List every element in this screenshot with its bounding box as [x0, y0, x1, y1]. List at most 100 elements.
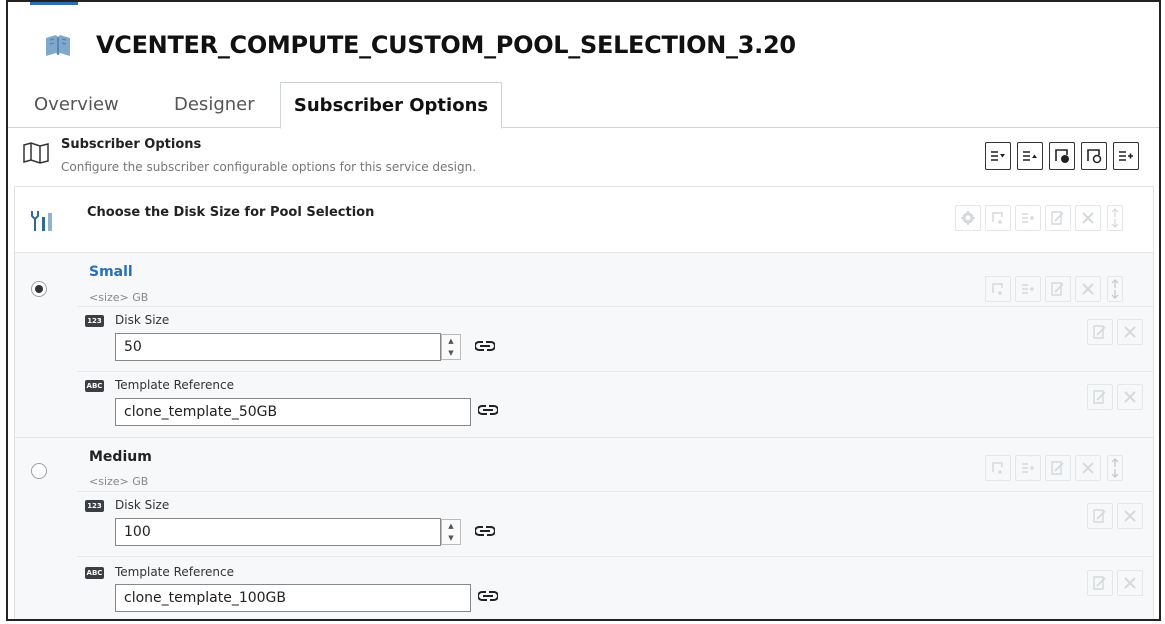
property-label: Template Reference: [115, 378, 234, 392]
edit-icon: [1051, 282, 1064, 296]
section-header: Subscriber Options Configure the subscri…: [8, 129, 1159, 185]
title-bar: VCENTER_COMPUTE_CUSTOM_POOL_SELECTION_3.…: [8, 2, 1159, 82]
tab-subscriber-options[interactable]: Subscriber Options: [280, 82, 502, 129]
move-up-down-icon: [1111, 208, 1119, 228]
option-choice: Small <size> GB 123 Disk Size 50 ▲ ▼ ABC…: [15, 253, 1153, 437]
number-type-badge: 123: [85, 315, 104, 327]
template-reference-input[interactable]: clone_template_100GB: [115, 584, 471, 612]
close-icon: [1082, 462, 1094, 474]
option-set-add-property-button[interactable]: [1015, 205, 1041, 231]
option-set-header: Choose the Disk Size for Pool Selection: [15, 187, 1153, 253]
section-description: Configure the subscriber configurable op…: [61, 160, 477, 174]
add-option-set-button[interactable]: [1049, 142, 1075, 170]
option-set-settings-button[interactable]: [955, 205, 981, 231]
choice-delete-button[interactable]: [1075, 276, 1101, 302]
option-set-delete-button[interactable]: [1075, 205, 1101, 231]
edit-icon: [1093, 325, 1106, 339]
page-title: VCENTER_COMPUTE_CUSTOM_POOL_SELECTION_3.…: [96, 31, 796, 59]
link-icon[interactable]: [478, 403, 498, 417]
edit-icon: [1051, 211, 1064, 225]
disk-size-stepper[interactable]: ▲ ▼: [441, 334, 461, 360]
property-edit-button[interactable]: [1087, 384, 1113, 410]
choice-description: <size> GB: [89, 291, 149, 304]
property-edit-button[interactable]: [1087, 570, 1113, 596]
edit-icon: [1093, 390, 1106, 404]
choice-edit-button[interactable]: [1045, 276, 1071, 302]
tab-overview[interactable]: Overview: [34, 82, 119, 128]
collapse-all-button[interactable]: [985, 142, 1011, 170]
choice-edit-button[interactable]: [1045, 455, 1071, 481]
add-property-button[interactable]: [1113, 142, 1139, 170]
close-icon: [1124, 391, 1136, 403]
move-up-down-icon: [1111, 279, 1119, 299]
link-icon[interactable]: [478, 589, 498, 603]
add-option-set-icon: [1055, 149, 1069, 163]
choice-add-property-button[interactable]: [1015, 276, 1041, 302]
add-property-icon: [1022, 213, 1034, 223]
property-delete-button[interactable]: [1117, 570, 1143, 596]
property-separator: [77, 491, 1153, 492]
tab-bar: Overview Designer Subscriber Options: [8, 82, 1159, 129]
stepper-up-icon[interactable]: ▲: [442, 335, 460, 347]
add-option-icon: [1087, 149, 1102, 164]
property-separator: [77, 556, 1153, 557]
edit-icon: [1093, 509, 1106, 523]
choice-add-property-button[interactable]: [1015, 455, 1041, 481]
stepper-down-icon[interactable]: ▼: [442, 347, 460, 359]
link-icon[interactable]: [475, 524, 495, 538]
edit-icon: [1051, 461, 1064, 475]
choice-name[interactable]: Small: [89, 264, 133, 280]
add-property-icon: [1022, 463, 1034, 473]
choice-add-option-button[interactable]: [985, 276, 1011, 302]
choice-radio-medium[interactable]: [31, 463, 47, 479]
add-option-button[interactable]: [1081, 142, 1107, 170]
move-up-down-icon: [1111, 458, 1119, 478]
map-icon: [23, 142, 49, 164]
text-type-badge: ABC: [85, 380, 104, 392]
text-type-badge: ABC: [85, 567, 104, 579]
add-option-icon: [992, 462, 1003, 474]
property-separator: [77, 371, 1153, 372]
option-set-add-option-button[interactable]: [985, 205, 1011, 231]
add-property-icon: [1119, 151, 1133, 161]
template-reference-input[interactable]: clone_template_50GB: [115, 398, 471, 426]
title-accent: [30, 2, 78, 5]
service-design-window: VCENTER_COMPUTE_CUSTOM_POOL_SELECTION_3.…: [6, 0, 1161, 621]
choice-move-button[interactable]: [1107, 455, 1123, 481]
stepper-up-icon[interactable]: ▲: [442, 520, 460, 532]
property-delete-button[interactable]: [1117, 384, 1143, 410]
disk-size-input[interactable]: 100: [115, 518, 441, 546]
close-icon: [1082, 283, 1094, 295]
close-icon: [1124, 326, 1136, 338]
expand-all-button[interactable]: [1017, 142, 1043, 170]
property-label: Template Reference: [115, 565, 234, 579]
add-option-icon: [992, 283, 1003, 295]
tools-icon: [31, 211, 52, 231]
property-edit-button[interactable]: [1087, 503, 1113, 529]
choice-radio-small[interactable]: [31, 281, 47, 297]
property-edit-button[interactable]: [1087, 319, 1113, 345]
stepper-down-icon[interactable]: ▼: [442, 532, 460, 544]
choice-add-option-button[interactable]: [985, 455, 1011, 481]
property-delete-button[interactable]: [1117, 319, 1143, 345]
choice-delete-button[interactable]: [1075, 455, 1101, 481]
option-set-edit-button[interactable]: [1045, 205, 1071, 231]
option-set-move-button[interactable]: [1107, 205, 1123, 231]
option-set-title: Choose the Disk Size for Pool Selection: [87, 205, 375, 220]
choice-description: <size> GB: [89, 475, 149, 488]
section-title: Subscriber Options: [61, 137, 202, 152]
close-icon: [1124, 510, 1136, 522]
expand-all-icon: [1023, 151, 1037, 161]
disk-size-input[interactable]: 50: [115, 333, 441, 361]
choice-name[interactable]: Medium: [89, 449, 152, 465]
link-icon[interactable]: [475, 339, 495, 353]
tab-designer[interactable]: Designer: [174, 82, 255, 128]
property-label: Disk Size: [115, 498, 170, 512]
disk-size-stepper[interactable]: ▲ ▼: [441, 519, 461, 545]
property-label: Disk Size: [115, 313, 170, 327]
gear-icon: [961, 211, 975, 225]
add-option-icon: [992, 212, 1003, 224]
collapse-all-icon: [991, 151, 1005, 161]
choice-move-button[interactable]: [1107, 276, 1123, 302]
property-delete-button[interactable]: [1117, 503, 1143, 529]
